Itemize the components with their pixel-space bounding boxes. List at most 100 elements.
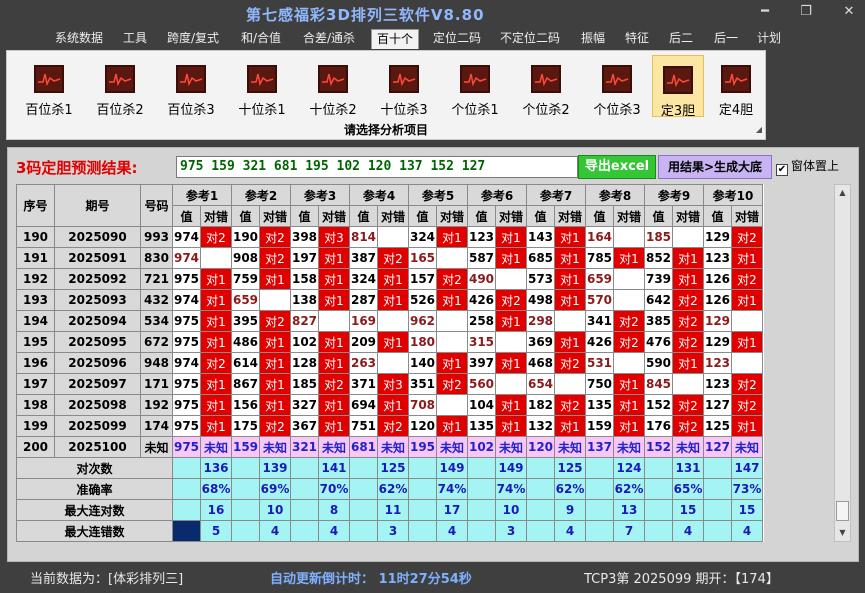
menu-features[interactable]: 特征: [620, 29, 654, 49]
ref-value: 129: [703, 226, 732, 248]
ref-value: 324: [349, 268, 378, 290]
scroll-up-icon[interactable]: ▲: [835, 185, 850, 201]
chart-icon: [602, 65, 632, 93]
table-row[interactable]: 194 2025094 534 975 对1 395 对2 827 169 962 258 对1 298…: [16, 310, 763, 332]
tool-button-11[interactable]: 定4胆: [710, 55, 762, 118]
stats-value: 17: [436, 499, 468, 521]
table-row[interactable]: 195 2025095 672 975 对1 486 对1 102 对1 209 对1 180 315 3…: [16, 331, 763, 353]
ref-hit: 对1: [554, 289, 586, 311]
table-row[interactable]: 193 2025093 432 974 对1 659 138 对1 287 对1 526 对1 426 对…: [16, 289, 763, 311]
tool-label: 百位杀2: [96, 103, 144, 118]
chart-icon: [176, 65, 206, 93]
ref-value: 315: [467, 331, 496, 353]
ref-hit: 对1: [318, 415, 350, 437]
predicted-hit: 未知: [672, 436, 704, 458]
ref-value: 476: [644, 331, 673, 353]
menu-fixed-two[interactable]: 定位二码: [428, 29, 486, 49]
ref-hit: [436, 247, 468, 269]
ref-hit: 对1: [554, 415, 586, 437]
generate-base-button[interactable]: 用结果>生成大底: [658, 155, 772, 179]
table-row[interactable]: 198 2025098 192 975 对1 156 对1 327 对1 694 对1 708 104 对…: [16, 394, 763, 416]
stats-pad: [290, 520, 319, 542]
header-hit: 对错: [377, 205, 409, 227]
maximize-button[interactable]: ❐: [795, 4, 817, 19]
tool-button-3[interactable]: 百位杀3: [159, 55, 223, 118]
menu-amplitude[interactable]: 振幅: [576, 29, 610, 49]
ref-value: 974: [172, 352, 201, 374]
stats-value: 16: [200, 499, 232, 521]
row-issue: 2025096: [54, 352, 141, 374]
stats-value: 4: [259, 520, 291, 542]
ref-hit: 对1: [554, 247, 586, 269]
export-excel-button[interactable]: 导出excel: [578, 155, 656, 179]
table-row[interactable]: 191 2025091 830 974 908 对2 197 对1 387 对2 165 587 对1 6…: [16, 247, 763, 269]
header-ref-8: 参考8: [585, 184, 645, 206]
ref-hit: 对2: [554, 394, 586, 416]
row-number: 672: [140, 331, 173, 353]
scroll-thumb[interactable]: [836, 501, 849, 521]
expand-icon[interactable]: ◢: [756, 125, 762, 134]
menu-last-one[interactable]: 后一: [709, 29, 743, 49]
header-value: 值: [585, 205, 614, 227]
ref-hit: 对1: [495, 352, 527, 374]
header-ref-9: 参考9: [644, 184, 704, 206]
ref-value: 398: [290, 226, 319, 248]
header-value: 值: [290, 205, 319, 227]
table-row[interactable]: 190 2025090 993 974 对2 190 对2 398 对3 814 324 对1 123 对…: [16, 226, 763, 248]
ref-value: 190: [231, 226, 260, 248]
minimize-button[interactable]: ━: [754, 4, 776, 19]
tool-button-6[interactable]: 十位杀3: [372, 55, 436, 118]
tool-button-10[interactable]: 定3胆: [652, 55, 704, 119]
ref-hit: 对1: [436, 289, 468, 311]
ref-hit: 对1: [318, 331, 350, 353]
prediction-result-field[interactable]: 975 159 321 681 195 102 120 137 152 127: [176, 156, 578, 178]
menu-diff[interactable]: 合差/通杀: [298, 29, 360, 49]
menu-span[interactable]: 跨度/复式: [162, 29, 224, 49]
ref-value: 385: [644, 310, 673, 332]
menu-last-two[interactable]: 后二: [664, 29, 698, 49]
close-button[interactable]: ✕: [838, 4, 860, 19]
menu-plan[interactable]: 计划: [752, 29, 786, 49]
tool-button-9[interactable]: 个位杀3: [585, 55, 649, 118]
stats-pad: [585, 478, 614, 500]
stats-label: 最大连对数: [16, 499, 173, 521]
tool-button-1[interactable]: 百位杀1: [17, 55, 81, 118]
ref-hit: [495, 373, 527, 395]
ref-value: 175: [231, 415, 260, 437]
countdown-text: 自动更新倒计时： 11时27分54秒: [270, 572, 472, 587]
window-topmost-checkbox[interactable]: ✔ 窗体置上: [776, 157, 839, 176]
tool-button-7[interactable]: 个位杀1: [443, 55, 507, 118]
ref-hit: 对1: [613, 247, 645, 269]
menu-unfixed-two[interactable]: 不定位二码: [495, 29, 565, 49]
ref-hit: 对1: [613, 394, 645, 416]
tool-button-2[interactable]: 百位杀2: [88, 55, 152, 118]
table-row[interactable]: 192 2025092 721 975 对1 759 对1 158 对1 324 对1 157 对2 49…: [16, 268, 763, 290]
ref-value: 852: [644, 247, 673, 269]
stats-label: 最大连错数: [16, 520, 173, 542]
menu-tools[interactable]: 工具: [118, 29, 152, 49]
ref-hit: 对2: [200, 352, 232, 374]
stats-pad: [349, 457, 378, 479]
prediction-row[interactable]: 200 2025100 未知 975 未知 159 未知 321 未知 681 未知 195 未知 102…: [16, 436, 763, 458]
table-row[interactable]: 196 2025096 948 974 对2 614 对1 128 对1 263 140 对1 397 对…: [16, 352, 763, 374]
ref-value: 867: [231, 373, 260, 395]
table-row[interactable]: 199 2025099 174 975 对1 175 对2 367 对1 751 对2 120 对1 13…: [16, 415, 763, 437]
tool-button-5[interactable]: 十位杀2: [301, 55, 365, 118]
table-row[interactable]: 197 2025097 171 975 对1 867 对1 185 对2 371 对3 351 对2 56…: [16, 373, 763, 395]
tool-button-8[interactable]: 个位杀2: [514, 55, 578, 118]
ref-hit: 对2: [318, 373, 350, 395]
row-issue: 2025097: [54, 373, 141, 395]
chart-icon: [105, 65, 135, 93]
menu-system-data[interactable]: 系统数据: [50, 29, 108, 49]
checkbox-icon[interactable]: ✔: [776, 164, 788, 176]
tool-button-4[interactable]: 十位杀1: [230, 55, 294, 118]
vertical-scrollbar[interactable]: ▲ ▼: [834, 184, 851, 542]
header-hit: 对错: [613, 205, 645, 227]
menu-sum[interactable]: 和/合值: [236, 29, 286, 49]
ref-hit: 对1: [436, 415, 468, 437]
scroll-down-icon[interactable]: ▼: [835, 525, 850, 541]
ref-value: 158: [290, 268, 319, 290]
menu-positions[interactable]: 百十个: [371, 29, 420, 49]
ref-hit: [377, 226, 409, 248]
ref-value: 642: [644, 289, 673, 311]
